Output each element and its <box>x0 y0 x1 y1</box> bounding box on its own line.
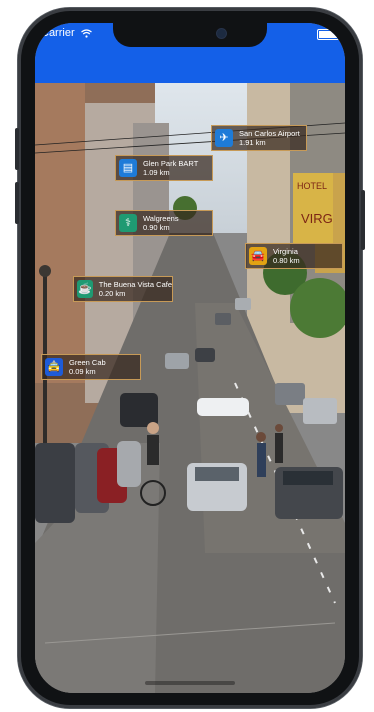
phone-screen: HOTEL VIRG ✈ San Carlos Airport 1.91 km … <box>35 23 345 693</box>
volume-up-button <box>15 128 19 170</box>
poi-name: Green Cab <box>69 358 106 367</box>
poi-distance: 1.09 km <box>143 168 170 177</box>
poi-label-san-carlos-airport[interactable]: ✈ San Carlos Airport 1.91 km <box>211 125 307 151</box>
poi-distance: 0.20 km <box>98 289 126 298</box>
medical-icon: ⚕ <box>119 214 137 232</box>
poi-label-buena-vista-cafe[interactable]: ☕ The Buena Vista Cafe 0.20 km <box>73 276 173 302</box>
airplane-icon: ✈ <box>215 129 233 147</box>
volume-down-button <box>15 182 19 224</box>
poi-label-walgreens[interactable]: ⚕ Walgreens 0.90 km <box>115 210 213 236</box>
svg-text:VIRG: VIRG <box>301 211 333 226</box>
front-camera-icon <box>217 29 226 38</box>
poi-distance: 0.09 km <box>69 367 96 376</box>
wifi-icon <box>80 28 92 38</box>
poi-label-glen-park-bart[interactable]: ▤ Glen Park BART 1.09 km <box>115 155 213 181</box>
poi-name: San Carlos Airport <box>239 129 300 138</box>
taxi-icon: 🚖 <box>45 358 63 376</box>
home-indicator[interactable] <box>145 681 235 685</box>
poi-distance: 0.90 km <box>143 223 170 232</box>
poi-label-virginia[interactable]: 🚘 Virginia 0.80 km <box>245 243 343 269</box>
coffee-icon: ☕ <box>77 280 93 298</box>
train-icon: ▤ <box>119 159 137 177</box>
carrier-label: Carrier <box>41 27 75 39</box>
poi-name: The Buena Vista Cafe <box>98 280 172 289</box>
poi-name: Virginia <box>273 247 298 256</box>
poi-name: Glen Park BART <box>143 159 199 168</box>
battery-icon <box>317 29 339 40</box>
car-icon: 🚘 <box>249 247 267 265</box>
notch <box>113 23 267 47</box>
power-button <box>361 190 365 250</box>
svg-text:HOTEL: HOTEL <box>297 181 327 191</box>
poi-distance: 1.91 km <box>239 138 266 147</box>
carrier-status: Carrier <box>41 27 92 39</box>
poi-label-green-cab[interactable]: 🚖 Green Cab 0.09 km <box>41 354 141 380</box>
poi-distance: 0.80 km <box>273 256 300 265</box>
poi-name: Walgreens <box>143 214 179 223</box>
ar-camera-view[interactable]: HOTEL VIRG ✈ San Carlos Airport 1.91 km … <box>35 83 345 693</box>
